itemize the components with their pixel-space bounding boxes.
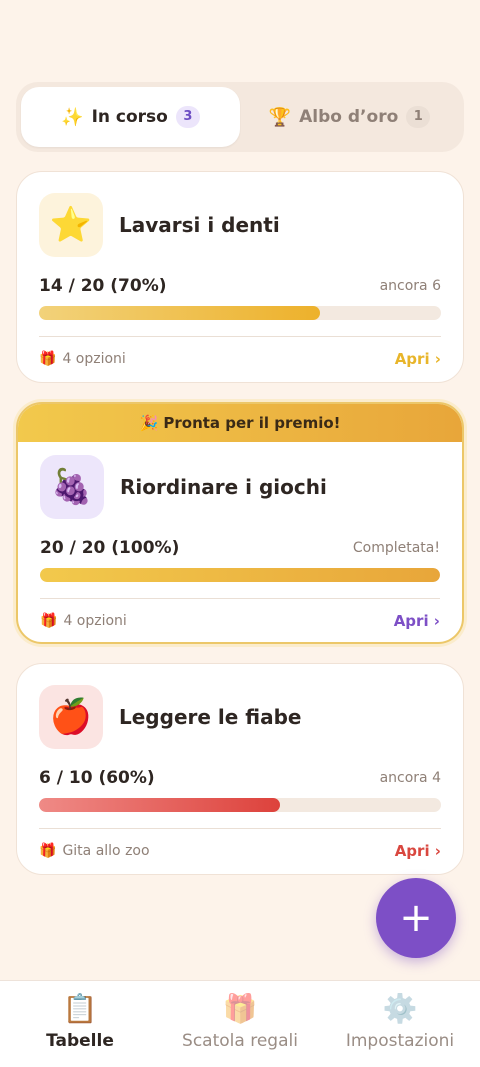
- card-title: Lavarsi i denti: [119, 213, 280, 237]
- gift-icon: 🎁: [222, 992, 258, 1025]
- progress-fill: [39, 306, 321, 320]
- open-button[interactable]: Apri ›: [394, 612, 440, 630]
- reward-info: 🎁 4 opzioni: [40, 613, 127, 629]
- open-button[interactable]: Apri ›: [395, 842, 441, 860]
- status-tabs: ✨ In corso 3 🏆 Albo d’oro 1: [16, 82, 464, 152]
- nav-label: Scatola regali: [182, 1031, 298, 1051]
- progress-bar: [40, 568, 440, 582]
- plus-icon: +: [399, 895, 433, 941]
- reward-label: 4 opzioni: [62, 351, 126, 367]
- count-badge: 1: [406, 106, 431, 128]
- tab-label: Albo d’oro: [299, 107, 399, 127]
- apple-icon: 🍎: [39, 685, 103, 749]
- nav-item-tables[interactable]: 📋 Tabelle: [0, 981, 160, 1067]
- card-title: Leggere le fiabe: [119, 705, 302, 729]
- sparkles-icon: ✨: [61, 106, 84, 128]
- star-icon: ⭐: [39, 193, 103, 257]
- reward-info: 🎁 Gita allo zoo: [39, 843, 150, 859]
- gift-icon: 🎁: [40, 613, 58, 629]
- progress-count: 20 / 20 (100%): [40, 538, 180, 558]
- gear-icon: ⚙️: [382, 992, 418, 1025]
- chart-card[interactable]: ⭐ Lavarsi i denti 14 / 20 (70%) ancora 6…: [16, 171, 464, 383]
- bottom-nav: 📋 Tabelle 🎁 Scatola regali ⚙️ Impostazio…: [0, 980, 480, 1067]
- nav-item-gift-box[interactable]: 🎁 Scatola regali: [160, 981, 320, 1067]
- remaining-text: ancora 6: [379, 278, 441, 294]
- open-button[interactable]: Apri ›: [395, 350, 441, 368]
- progress-bar: [39, 306, 441, 320]
- chart-card[interactable]: 🎉 Pronta per il premio! 🍇 Riordinare i g…: [16, 402, 464, 644]
- trophy-icon: 🏆: [268, 106, 292, 128]
- chart-card[interactable]: 🍎 Leggere le fiabe 6 / 10 (60%) ancora 4…: [16, 663, 464, 875]
- progress-fill: [40, 568, 440, 582]
- progress-count: 14 / 20 (70%): [39, 276, 167, 296]
- nav-label: Impostazioni: [345, 1031, 455, 1051]
- ready-banner: 🎉 Pronta per il premio!: [18, 404, 462, 442]
- progress-count: 6 / 10 (60%): [39, 768, 155, 788]
- remaining-text: ancora 4: [379, 770, 441, 786]
- nav-label: Tabelle: [46, 1031, 114, 1051]
- grapes-icon: 🍇: [40, 455, 104, 519]
- gift-icon: 🎁: [39, 843, 57, 859]
- progress-fill: [39, 798, 281, 812]
- add-chart-button[interactable]: +: [376, 878, 456, 958]
- progress-bar: [39, 798, 441, 812]
- tab-hall-of-fame[interactable]: 🏆 Albo d’oro 1: [240, 87, 459, 147]
- tab-in-progress[interactable]: ✨ In corso 3: [21, 87, 240, 147]
- reward-label: Gita allo zoo: [62, 843, 150, 859]
- count-badge: 3: [175, 106, 200, 128]
- remaining-text: Completata!: [352, 540, 440, 556]
- reward-info: 🎁 4 opzioni: [39, 351, 126, 367]
- gift-icon: 🎁: [39, 351, 57, 367]
- clipboard-icon: 📋: [62, 992, 98, 1025]
- card-title: Riordinare i giochi: [120, 475, 327, 499]
- app-screen: ✨ In corso 3 🏆 Albo d’oro 1 ⭐ Lavarsi i …: [0, 0, 480, 1067]
- reward-label: 4 opzioni: [63, 613, 127, 629]
- tab-label: In corso: [91, 107, 168, 127]
- nav-item-settings[interactable]: ⚙️ Impostazioni: [320, 981, 480, 1067]
